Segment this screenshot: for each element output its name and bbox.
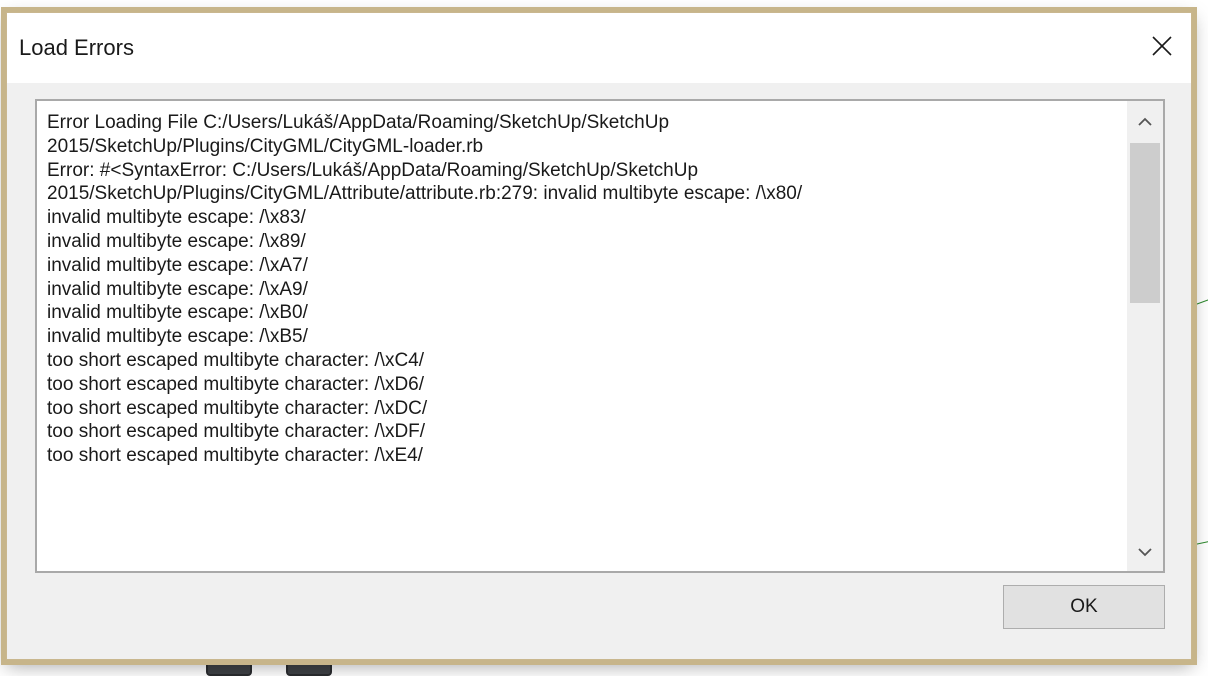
scroll-up-button[interactable] bbox=[1127, 103, 1163, 139]
scroll-thumb[interactable] bbox=[1130, 143, 1160, 303]
error-log-line: too short escaped multibyte character: /… bbox=[47, 397, 428, 419]
chevron-down-icon bbox=[1137, 542, 1153, 561]
error-log-line: invalid multibyte escape: /\x83/ bbox=[47, 207, 306, 229]
error-log-line: invalid multibyte escape: /\xB5/ bbox=[47, 326, 308, 348]
background-line bbox=[1190, 540, 1208, 546]
error-log-line: invalid multibyte escape: /\x89/ bbox=[47, 230, 306, 252]
dialog-titlebar[interactable]: Load Errors bbox=[7, 13, 1191, 83]
error-log-lines: Error Loading File C:/Users/Lukáš/AppDat… bbox=[47, 111, 1117, 468]
close-icon bbox=[1151, 35, 1173, 57]
scroll-down-button[interactable] bbox=[1127, 533, 1163, 569]
error-log-line: 2015/SketchUp/Plugins/CityGML/Attribute/… bbox=[47, 183, 803, 205]
error-log-line: Error: #<SyntaxError: C:/Users/Lukáš/App… bbox=[47, 159, 699, 181]
vertical-scrollbar[interactable] bbox=[1127, 101, 1163, 571]
dialog-title: Load Errors bbox=[19, 35, 134, 60]
error-log-line: 2015/SketchUp/Plugins/CityGML/CityGML-lo… bbox=[47, 135, 484, 157]
background-line bbox=[1190, 299, 1208, 307]
error-log-line: too short escaped multibyte character: /… bbox=[47, 373, 425, 395]
error-log-line: too short escaped multibyte character: /… bbox=[47, 445, 423, 467]
ok-button[interactable]: OK bbox=[1003, 585, 1165, 629]
error-log-line: too short escaped multibyte character: /… bbox=[47, 349, 425, 371]
error-log-line: too short escaped multibyte character: /… bbox=[47, 421, 426, 443]
load-errors-dialog: Load Errors Error Loading File C:/Users/… bbox=[6, 12, 1192, 660]
error-log-textbox[interactable]: Error Loading File C:/Users/Lukáš/AppDat… bbox=[35, 99, 1165, 573]
chevron-up-icon bbox=[1137, 112, 1153, 131]
error-log-line: Error Loading File C:/Users/Lukáš/AppDat… bbox=[47, 112, 670, 133]
error-log-line: invalid multibyte escape: /\xB0/ bbox=[47, 302, 308, 324]
error-log-line: invalid multibyte escape: /\xA9/ bbox=[47, 278, 308, 300]
close-button[interactable] bbox=[1139, 23, 1185, 69]
error-log-line: invalid multibyte escape: /\xA7/ bbox=[47, 254, 308, 276]
